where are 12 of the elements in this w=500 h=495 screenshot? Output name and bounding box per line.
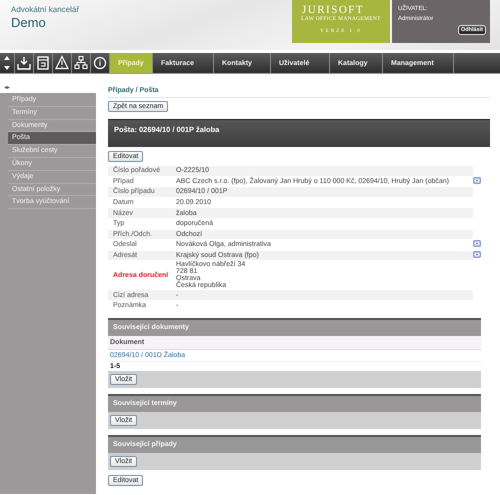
product-name: JURISOFT (301, 4, 366, 16)
eye-icon[interactable] (473, 251, 481, 258)
office-label: Advokátní kancelář (11, 5, 80, 14)
warning-icon[interactable] (55, 55, 69, 71)
info-icon[interactable] (93, 55, 107, 71)
download-icon[interactable] (17, 55, 31, 71)
sitemap-icon[interactable] (74, 55, 88, 71)
calendar-icon[interactable] (36, 55, 50, 71)
eye-icon[interactable] (473, 176, 481, 184)
office-name: Demo (11, 15, 47, 30)
eye-icon[interactable] (473, 240, 481, 248)
up-down-icon[interactable] (2, 55, 12, 71)
